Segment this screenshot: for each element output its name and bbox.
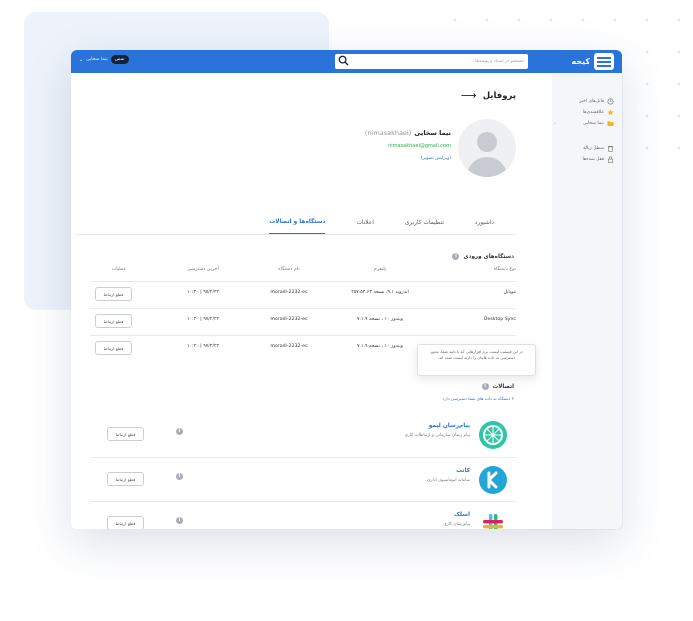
devices-title: دستگاه‌های ورودی i xyxy=(452,253,514,260)
device-name: moradi-2232-ec xyxy=(270,290,308,295)
sidebar-item-trash[interactable]: سطل زباله xyxy=(552,143,622,154)
connection-name: پیام‌رسان لیمو xyxy=(428,423,470,429)
clock-icon xyxy=(607,98,614,105)
page-title: پروفایل ⟶ xyxy=(461,89,516,102)
avatar[interactable] xyxy=(458,119,516,177)
info-icon[interactable]: i xyxy=(481,383,489,390)
slack-logo-icon xyxy=(483,514,503,529)
col-device-name: نام دستگاه xyxy=(278,267,300,272)
sidebar-item-label: قفل شده‌ها xyxy=(582,157,604,162)
user-name: نیما سخایی xyxy=(86,57,108,62)
connection-description: پیام‌رسان کاری xyxy=(443,522,470,527)
list-item: پیام‌رسان لیمو پیام رسان سازمانی و ارتبا… xyxy=(90,413,516,457)
page-title-text: پروفایل xyxy=(482,90,516,101)
user-badge: نمس xyxy=(110,55,129,64)
disconnect-button[interactable]: قطع ارتباط xyxy=(95,314,132,328)
device-last-access: ۹۷/۲/۲۴ | ۱۰:۴۰ xyxy=(187,317,219,322)
devices-table-header: نوع دستگاه پلتفرم نام دستگاه آخرین دسترس… xyxy=(90,267,516,281)
search-icon[interactable] xyxy=(338,55,349,66)
profile-email: nimasakhaei@gmail.com xyxy=(388,143,451,149)
disconnect-button[interactable]: قطع ارتباط xyxy=(107,427,144,441)
sidebar-item-label: علاقمندی‌ها xyxy=(582,110,604,115)
device-last-access: ۹۷/۲/۲۴ | ۱۰:۴۰ xyxy=(187,344,219,349)
user-menu[interactable]: نمس نیما سخایی ⌄ xyxy=(79,55,129,64)
sidebar-item-favorites[interactable]: علاقمندی‌ها xyxy=(552,107,622,118)
app-logo[interactable]: کیجه xyxy=(571,53,614,70)
trash-icon xyxy=(607,146,614,152)
connection-name: اسلک xyxy=(454,512,470,518)
sidebar-item-user-folder[interactable]: نیما سخایی ‹ xyxy=(552,118,622,129)
device-platform: اندروید ۹.۱، نسخه ۴۵۷.۵۴.۶۳ xyxy=(351,290,409,295)
col-device-type: نوع دستگاه xyxy=(493,267,516,272)
disconnect-button[interactable]: قطع ارتباط xyxy=(95,341,132,355)
col-last-access: آخرین دسترسی xyxy=(187,267,219,272)
search-input[interactable] xyxy=(354,54,524,69)
limoo-logo-icon xyxy=(479,421,507,449)
devices-tooltip: در این قسمت لیست نرم افزارهایی که با تای… xyxy=(417,344,536,376)
sidebar: فایل‌های اخیر علاقمندی‌ها نیما سخایی ‹ س… xyxy=(552,73,622,529)
disconnect-button[interactable]: قطع ارتباط xyxy=(107,472,144,486)
device-name: moradi-2232-ec xyxy=(270,344,308,349)
profile-username: (nimasakhaei) xyxy=(364,129,412,137)
tab-devices-connections[interactable]: دستگاه‌ها و اتصالات xyxy=(269,219,326,234)
tab-dashboard[interactable]: داشبورد xyxy=(475,220,494,234)
info-icon[interactable]: i xyxy=(176,517,183,524)
info-icon[interactable]: i xyxy=(176,428,183,435)
chevron-down-icon: ⌄ xyxy=(79,56,84,63)
kateb-logo-icon xyxy=(479,466,507,494)
profile-name: نیما سخایی (nimasakhaei) xyxy=(365,129,451,137)
logo-icon xyxy=(594,53,614,70)
user-silhouette-icon xyxy=(466,132,508,177)
device-platform: ویندوز ۱۰ ، نسخه ۷.۱.۹ xyxy=(356,317,404,322)
sidebar-item-locked[interactable]: قفل شده‌ها xyxy=(552,154,622,165)
sidebar-item-recent[interactable]: فایل‌های اخیر xyxy=(552,96,622,107)
list-item: اسلک پیام‌رسان کاری i قطع ارتباط xyxy=(90,501,516,529)
device-type: موبایل xyxy=(503,290,516,295)
star-icon xyxy=(607,109,614,116)
connections-title: اتصالات i xyxy=(481,383,514,390)
folder-icon xyxy=(607,121,614,126)
disconnect-button[interactable]: قطع ارتباط xyxy=(95,287,132,301)
profile-tabs: داشبورد تنظیمات کاربری اعلانات دستگاه‌ها… xyxy=(76,209,516,235)
connections-subtitle: ۲ دستگاه به داده های شما دسترسی دارد xyxy=(442,396,514,401)
table-row: Desktop Sync ویندوز ۱۰ ، نسخه ۷.۱.۹ mora… xyxy=(90,308,516,332)
devices-title-text: دستگاه‌های ورودی xyxy=(463,253,514,260)
connection-description: پیام رسان سازمانی و ارتباطات کاری xyxy=(404,433,470,438)
connections-title-text: اتصالات xyxy=(492,383,514,390)
device-platform: ویندوز ۱۰ ، نسخه ۷.۱.۹ xyxy=(356,344,404,349)
sidebar-item-label: نیما سخایی xyxy=(582,121,604,126)
logo-text: کیجه xyxy=(571,57,590,66)
top-bar: کیجه نمس نیما سخایی ⌄ xyxy=(71,50,622,73)
app-window: کیجه نمس نیما سخایی ⌄ فایل‌های اخیر علاق… xyxy=(71,50,622,529)
disconnect-button[interactable]: قطع ارتباط xyxy=(107,516,144,529)
list-item: کاتب سامانه اتوماسیون اداری i قطع ارتباط xyxy=(90,457,516,501)
main-content: پروفایل ⟶ نیما سخایی (nimasakhaei) nimas… xyxy=(71,73,536,529)
device-name: moradi-2232-ec xyxy=(270,317,308,322)
connection-description: سامانه اتوماسیون اداری xyxy=(427,478,470,483)
sidebar-item-label: سطل زباله xyxy=(583,146,604,151)
col-platform: پلتفرم xyxy=(373,267,387,272)
chevron-left-icon[interactable]: ‹ xyxy=(554,121,556,127)
tab-notifications[interactable]: اعلانات xyxy=(356,220,373,234)
info-icon[interactable]: i xyxy=(452,253,460,260)
table-row: موبایل اندروید ۹.۱، نسخه ۴۵۷.۵۴.۶۳ morad… xyxy=(90,281,516,305)
search-bar xyxy=(335,54,528,69)
profile-name-text: نیما سخایی xyxy=(414,129,451,137)
connection-name: کاتب xyxy=(456,468,470,474)
col-actions: عملیات xyxy=(111,267,127,272)
sidebar-item-label: فایل‌های اخیر xyxy=(579,99,604,104)
edit-photo-link[interactable]: (ویرایش تصویر) xyxy=(421,156,451,161)
device-type: Desktop Sync xyxy=(483,317,516,322)
lock-icon xyxy=(608,156,613,163)
device-last-access: ۹۷/۲/۲۴ | ۱۰:۴۰ xyxy=(187,290,219,295)
tab-user-settings[interactable]: تنظیمات کاربری xyxy=(405,220,444,234)
info-icon[interactable]: i xyxy=(176,473,183,480)
back-arrow-icon[interactable]: ⟶ xyxy=(461,89,477,102)
